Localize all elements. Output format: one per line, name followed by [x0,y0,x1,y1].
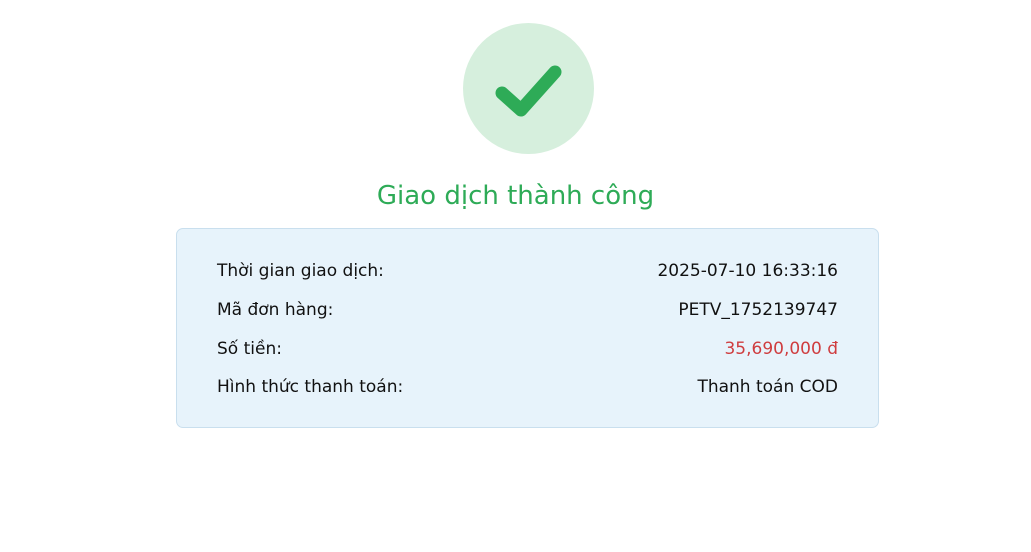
check-icon [495,65,562,117]
transaction-time-label: Thời gian giao dịch: [217,261,384,281]
transaction-details-card: Thời gian giao dịch: 2025-07-10 16:33:16… [176,228,879,428]
order-id-value: PETV_1752139747 [678,300,838,320]
amount-value: 35,690,000 đ [724,339,838,359]
transaction-time-row: Thời gian giao dịch: 2025-07-10 16:33:16 [217,258,838,284]
page-title: Giao dịch thành công [376,181,655,211]
payment-method-value: Thanh toán COD [697,377,838,397]
amount-label: Số tiền: [217,339,282,359]
order-id-label: Mã đơn hàng: [217,300,334,320]
payment-method-label: Hình thức thanh toán: [217,377,404,397]
amount-row: Số tiền: 35,690,000 đ [217,336,838,362]
success-icon-circle [463,23,594,154]
transaction-time-value: 2025-07-10 16:33:16 [657,261,838,281]
order-id-row: Mã đơn hàng: PETV_1752139747 [217,297,838,323]
payment-method-row: Hình thức thanh toán: Thanh toán COD [217,374,838,400]
